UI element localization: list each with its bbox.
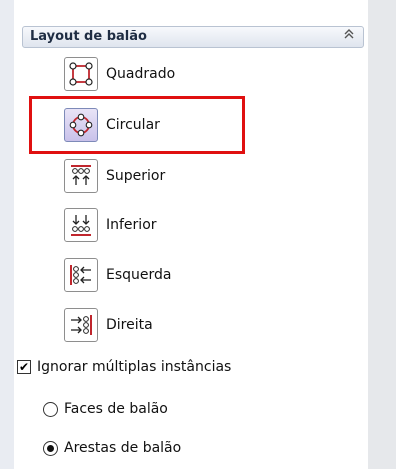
panel-title: Layout de balão	[30, 29, 147, 44]
layout-option-label: Inferior	[106, 217, 157, 233]
radio-faces-de-balao[interactable]: Faces de balão	[43, 399, 168, 419]
radio-label: Faces de balão	[64, 401, 168, 417]
right-layout-icon	[64, 308, 98, 342]
ignore-multiple-label: Ignorar múltiplas instâncias	[37, 359, 232, 375]
highlight-annotation	[29, 96, 245, 154]
bottom-layout-icon	[64, 208, 98, 242]
layout-option-inferior[interactable]: Inferior	[64, 207, 157, 243]
layout-option-direita[interactable]: Direita	[64, 307, 153, 343]
radio-arestas-de-balao[interactable]: Arestas de balão	[43, 438, 181, 458]
ignore-multiple-checkbox-row[interactable]: ✔ Ignorar múltiplas instâncias	[17, 357, 231, 377]
top-layout-icon	[64, 159, 98, 193]
left-layout-icon	[64, 258, 98, 292]
left-gutter	[0, 0, 14, 469]
radio-label: Arestas de balão	[64, 440, 182, 456]
layout-option-label: Direita	[106, 317, 153, 333]
panel-header[interactable]: Layout de balão	[22, 26, 364, 48]
scroll-strip	[368, 0, 396, 469]
double-chevron-up-icon[interactable]	[340, 28, 358, 46]
layout-option-esquerda[interactable]: Esquerda	[64, 257, 172, 293]
layout-option-superior[interactable]: Superior	[64, 158, 165, 194]
layout-option-label: Superior	[106, 168, 166, 184]
square-layout-icon	[64, 57, 98, 91]
ignore-multiple-checkbox[interactable]: ✔	[17, 360, 31, 374]
radio-button[interactable]	[43, 440, 58, 456]
layout-option-quadrado[interactable]: Quadrado	[64, 56, 175, 92]
radio-button[interactable]	[43, 401, 58, 417]
layout-option-label: Quadrado	[106, 66, 176, 82]
layout-option-label: Esquerda	[106, 267, 172, 283]
